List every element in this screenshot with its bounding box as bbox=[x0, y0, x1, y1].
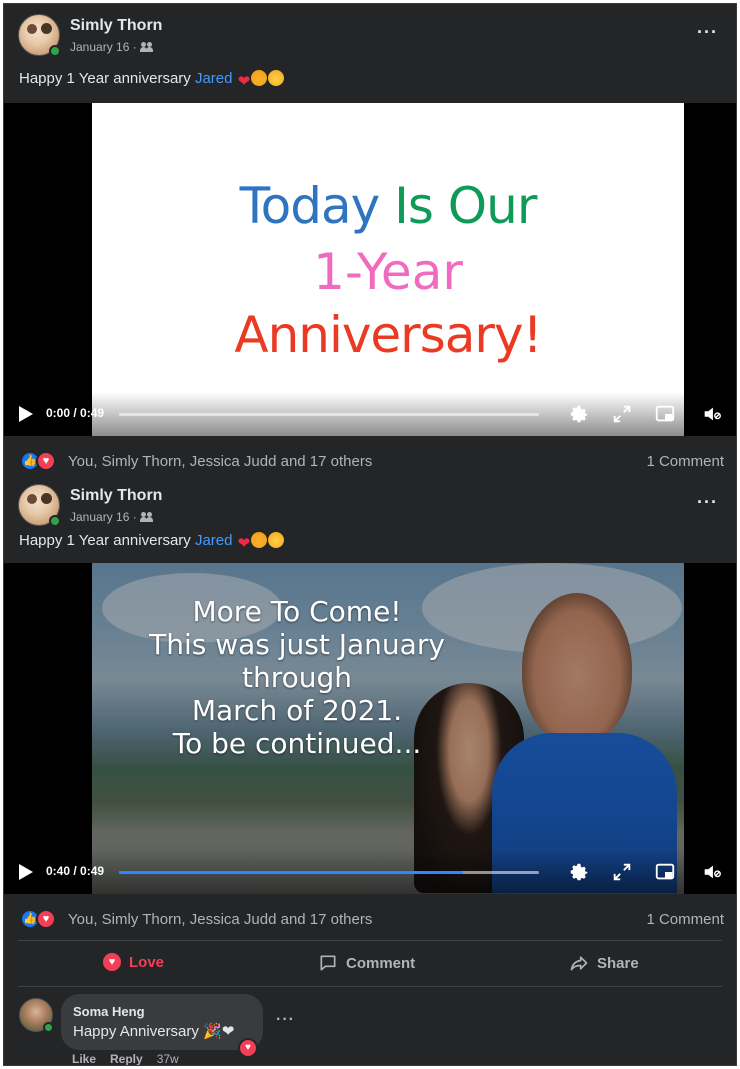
comment-icon bbox=[320, 955, 336, 971]
love-icon[interactable]: ♥ bbox=[238, 1038, 258, 1058]
reactions-text[interactable]: You, Simly Thorn, Jessica Judd and 17 ot… bbox=[68, 453, 372, 470]
comment-label: Comment bbox=[346, 954, 416, 972]
post-header: Simly Thorn January 16 · ··· bbox=[4, 4, 736, 64]
reactions-summary: 👍 ♥ You, Simly Thorn, Jessica Judd and 1… bbox=[4, 904, 736, 934]
post-2: Simly Thorn January 16 · ··· Happy 1 Yea… bbox=[4, 474, 736, 1065]
post-header: Simly Thorn January 16 · ··· bbox=[4, 474, 736, 534]
author-name[interactable]: Simly Thorn bbox=[70, 487, 162, 505]
post-actions: ♥ Love Comment Share bbox=[4, 944, 736, 984]
volume-icon[interactable] bbox=[701, 403, 723, 425]
share-button[interactable]: Share bbox=[569, 953, 639, 973]
online-status-icon bbox=[49, 515, 61, 527]
volume-icon[interactable] bbox=[701, 861, 723, 883]
love-icon: ♥ bbox=[36, 451, 56, 471]
comment-count[interactable]: 1 Comment bbox=[646, 453, 724, 470]
online-status-icon bbox=[49, 45, 61, 57]
caption-text: Happy 1 Year anniversary bbox=[19, 532, 195, 549]
commenter-name[interactable]: Soma Heng bbox=[73, 1004, 145, 1019]
love-button[interactable]: ♥ Love bbox=[103, 953, 164, 971]
comment-text: Happy Anniversary 🎉❤ bbox=[73, 1023, 235, 1040]
post-1: Simly Thorn January 16 · ··· Happy 1 Yea… bbox=[4, 4, 736, 476]
comment-like-link[interactable]: Like bbox=[72, 1052, 96, 1065]
video-time: 0:40 / 0:49 bbox=[46, 864, 105, 878]
love-icon: ♥ bbox=[36, 909, 56, 929]
laughing-emoji-icon bbox=[251, 532, 268, 548]
comment-age[interactable]: 37w bbox=[157, 1052, 179, 1065]
post-caption: Happy 1 Year anniversary Jared ❤ bbox=[19, 70, 285, 90]
expand-icon[interactable] bbox=[611, 403, 633, 425]
share-label: Share bbox=[597, 954, 639, 972]
comment-actions: Like Reply 37w bbox=[72, 1052, 179, 1065]
slide-line-1: Today Is Our bbox=[92, 177, 684, 235]
expand-icon[interactable] bbox=[611, 861, 633, 883]
heart-emoji-icon: ❤ bbox=[237, 73, 251, 90]
slide-word-today: Today bbox=[239, 177, 381, 235]
slide-word-is-our: Is Our bbox=[394, 177, 537, 235]
reaction-icons[interactable]: 👍 ♥ bbox=[20, 909, 60, 929]
post-date[interactable]: January 16 · bbox=[70, 40, 137, 54]
gear-icon[interactable] bbox=[568, 861, 590, 883]
love-icon: ♥ bbox=[103, 953, 121, 971]
pip-icon[interactable] bbox=[654, 403, 676, 425]
reaction-icons[interactable]: 👍 ♥ bbox=[20, 451, 60, 471]
friends-audience-icon bbox=[139, 42, 154, 52]
video-frame: More To Come! This was just January thro… bbox=[92, 563, 684, 894]
heart-emoji-icon: ❤ bbox=[237, 535, 251, 552]
post-caption: Happy 1 Year anniversary Jared ❤ bbox=[19, 532, 285, 552]
comment-reply-link[interactable]: Reply bbox=[110, 1052, 143, 1065]
overlay-line-3: March of 2021. bbox=[191, 694, 403, 727]
video-overlay-text: More To Come! This was just January thro… bbox=[92, 595, 502, 760]
mention-link[interactable]: Jared bbox=[195, 532, 233, 549]
post-options-button[interactable]: ··· bbox=[697, 22, 718, 43]
comment-options-button[interactable]: ··· bbox=[276, 1011, 295, 1029]
divider bbox=[18, 986, 722, 987]
online-status-icon bbox=[43, 1022, 54, 1033]
laughing-emoji-icon bbox=[251, 70, 268, 86]
divider bbox=[18, 940, 722, 941]
overlay-line-1: More To Come! bbox=[192, 595, 402, 628]
video-player[interactable]: More To Come! This was just January thro… bbox=[4, 563, 736, 894]
video-controls: 0:00 / 0:49 bbox=[4, 392, 736, 436]
comment-bubble: Soma Heng Happy Anniversary 🎉❤ bbox=[61, 994, 263, 1050]
video-time: 0:00 / 0:49 bbox=[46, 406, 105, 420]
feed-frame: Simly Thorn January 16 · ··· Happy 1 Yea… bbox=[3, 3, 737, 1066]
post-options-button[interactable]: ··· bbox=[697, 492, 718, 513]
love-label: Love bbox=[129, 953, 165, 971]
slide-line-2: 1-Year bbox=[313, 243, 463, 301]
video-frame: Today Is Our 1-Year Anniversary! bbox=[92, 103, 684, 436]
mention-link[interactable]: Jared bbox=[195, 70, 233, 87]
author-name[interactable]: Simly Thorn bbox=[70, 17, 162, 35]
slide-line-3: Anniversary! bbox=[234, 306, 542, 364]
friends-audience-icon bbox=[139, 512, 154, 522]
post-meta: January 16 · bbox=[70, 40, 154, 54]
play-icon[interactable] bbox=[19, 406, 33, 422]
video-controls: 0:40 / 0:49 bbox=[4, 850, 736, 894]
comment: Soma Heng Happy Anniversary 🎉❤ ♥ ··· Lik… bbox=[4, 994, 736, 1065]
pip-icon[interactable] bbox=[654, 861, 676, 883]
grin-emoji-icon bbox=[268, 532, 285, 548]
comment-count[interactable]: 1 Comment bbox=[646, 911, 724, 928]
post-date[interactable]: January 16 · bbox=[70, 510, 137, 524]
reactions-text[interactable]: You, Simly Thorn, Jessica Judd and 17 ot… bbox=[68, 911, 372, 928]
reactions-summary: 👍 ♥ You, Simly Thorn, Jessica Judd and 1… bbox=[4, 446, 736, 476]
play-icon[interactable] bbox=[19, 864, 33, 880]
post-meta: January 16 · bbox=[70, 510, 154, 524]
gear-icon[interactable] bbox=[568, 403, 590, 425]
share-icon bbox=[570, 956, 588, 971]
video-progress-fill bbox=[119, 871, 464, 874]
caption-text: Happy 1 Year anniversary bbox=[19, 70, 195, 87]
video-seek-bar[interactable] bbox=[119, 413, 539, 416]
grin-emoji-icon bbox=[268, 70, 285, 86]
comment-button[interactable]: Comment bbox=[318, 953, 415, 973]
video-seek-bar[interactable] bbox=[119, 871, 539, 874]
overlay-line-4: To be continued... bbox=[172, 727, 422, 760]
overlay-line-2: This was just January through bbox=[149, 628, 445, 694]
video-player[interactable]: Today Is Our 1-Year Anniversary! 0:00 / … bbox=[4, 103, 736, 436]
